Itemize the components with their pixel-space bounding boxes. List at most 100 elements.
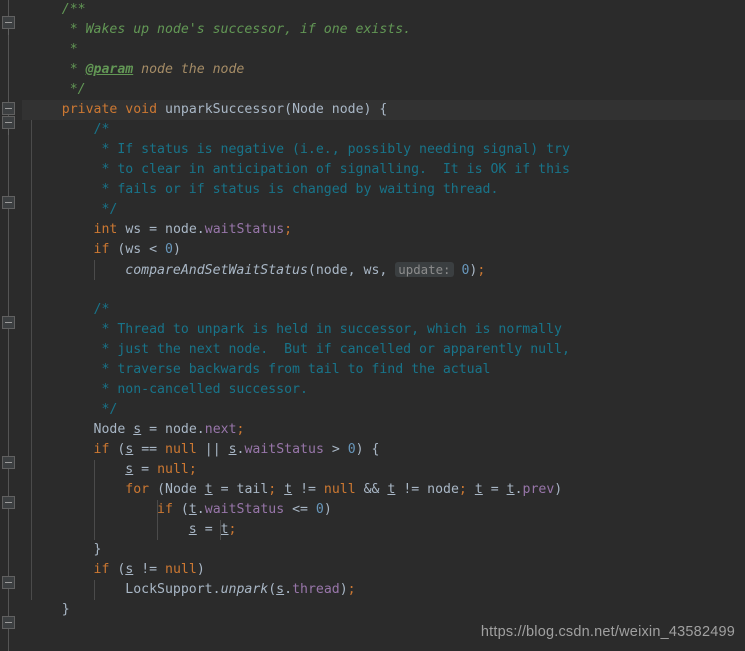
code-line[interactable]: if (ws < 0) <box>22 240 745 260</box>
indent-guide <box>94 500 95 520</box>
code-token-ident: ws <box>125 222 142 237</box>
code-token-num: 0 <box>347 442 356 457</box>
indent-guide <box>31 500 32 520</box>
code-token-punct: ) <box>339 582 348 597</box>
code-token-type: Node <box>292 102 324 117</box>
fold-comment-2-icon[interactable] <box>2 316 15 329</box>
watermark-url: https://blog.csdn.net/weixin_43582499 <box>480 624 735 640</box>
code-token-punct: , <box>379 263 396 278</box>
code-line-current[interactable]: private void unparkSuccessor(Node node) … <box>22 100 745 120</box>
code-token-kw: null <box>165 562 197 577</box>
code-line[interactable]: if (s != null) <box>22 560 745 580</box>
code-line[interactable] <box>22 280 745 300</box>
code-area[interactable]: /** * Wakes up node's successor, if one … <box>22 0 745 651</box>
code-line[interactable]: * to clear in anticipation of signalling… <box>22 160 745 180</box>
code-token-punct: . <box>514 482 523 497</box>
code-token-plain: = <box>141 422 166 437</box>
code-line[interactable]: } <box>22 540 745 560</box>
code-token-hint: update: <box>395 262 454 277</box>
fold-javadoc-icon[interactable] <box>2 16 15 35</box>
indent-guide <box>94 580 95 600</box>
fold-comment-1-icon[interactable] <box>2 196 15 209</box>
code-token-cmt-par: node the node <box>133 62 245 77</box>
code-token-kw: null <box>165 442 197 457</box>
code-token-type: Node <box>165 482 197 497</box>
code-line[interactable]: */ <box>22 80 745 100</box>
code-line[interactable]: * @param node the node <box>22 60 745 80</box>
code-line[interactable]: int ws = node.waitStatus; <box>22 220 745 240</box>
code-token-blkcmt: */ <box>30 202 118 217</box>
fold-method-region-icon[interactable] <box>2 102 15 115</box>
code-line[interactable]: compareAndSetWaitStatus(node, ws, update… <box>22 260 745 280</box>
code-line[interactable]: * fails or if status is changed by waiti… <box>22 180 745 200</box>
editor-gutter[interactable] <box>0 0 22 651</box>
code-token-plain: == <box>133 442 166 457</box>
code-line[interactable]: * Thread to unpark is held in successor,… <box>22 320 745 340</box>
code-token-punct: ) <box>554 482 563 497</box>
code-token-cmt: * <box>30 62 86 77</box>
code-token-punct: ( <box>268 582 277 597</box>
code-token-plain: = <box>196 522 221 537</box>
fold-block-for-icon[interactable] <box>2 496 15 509</box>
code-line[interactable]: for (Node t = tail; t != null && t != no… <box>22 480 745 500</box>
indent-guide <box>94 460 95 480</box>
code-token-field: waitStatus <box>244 442 324 457</box>
code-line[interactable]: if (t.waitStatus <= 0) <box>22 500 745 520</box>
code-line[interactable]: LockSupport.unpark(s.thread); <box>22 580 745 600</box>
indent-guide <box>31 480 32 500</box>
code-line[interactable]: * non-cancelled successor. <box>22 380 745 400</box>
fold-block-tail-icon[interactable] <box>2 576 15 589</box>
code-token-localv: t <box>188 502 197 517</box>
code-token-ident: node <box>165 422 197 437</box>
code-token-punct: . <box>196 422 205 437</box>
code-token-plain: || <box>196 442 229 457</box>
code-token-plain: = <box>141 222 166 237</box>
code-line[interactable]: } <box>22 600 745 620</box>
code-token-ident: node <box>165 222 197 237</box>
code-line[interactable]: */ <box>22 200 745 220</box>
code-token-ident: ws <box>363 263 380 278</box>
fold-block-if-icon[interactable] <box>2 456 15 469</box>
code-token-punct: ) { <box>355 442 380 457</box>
fold-method-end-icon[interactable] <box>2 616 15 629</box>
indent-guide <box>31 280 32 300</box>
code-token-plain: != <box>292 482 324 497</box>
code-line[interactable]: */ <box>22 400 745 420</box>
code-token-semi: ; <box>228 522 237 537</box>
code-line[interactable]: * traverse backwards from tail to find t… <box>22 360 745 380</box>
code-token-punct: . <box>196 502 205 517</box>
indent-guide <box>157 520 158 540</box>
code-line[interactable]: /* <box>22 300 745 320</box>
code-line[interactable]: s = null; <box>22 460 745 480</box>
fold-method-body-icon[interactable] <box>2 116 15 135</box>
code-line[interactable]: /* <box>22 120 745 140</box>
code-token-punct: . <box>212 582 221 597</box>
code-editor[interactable]: /** * Wakes up node's successor, if one … <box>0 0 745 651</box>
code-line[interactable]: Node s = node.next; <box>22 420 745 440</box>
code-token-punct: ) { <box>363 102 388 117</box>
code-line[interactable]: if (s == null || s.waitStatus > 0) { <box>22 440 745 460</box>
code-token-punct: ( <box>180 502 189 517</box>
code-line[interactable]: * <box>22 40 745 60</box>
code-token-semi: ; <box>236 422 245 437</box>
code-line[interactable]: * If status is negative (i.e., possibly … <box>22 140 745 160</box>
code-line[interactable]: * Wakes up node's successor, if one exis… <box>22 20 745 40</box>
indent-guide <box>31 120 32 140</box>
code-token-type: Node <box>93 422 126 437</box>
code-token-ident: ws <box>125 242 142 257</box>
indent-guide <box>31 340 32 360</box>
code-line[interactable]: /** <box>22 0 745 20</box>
code-token-ident: node <box>331 102 364 117</box>
code-token-kw: if <box>93 442 110 457</box>
code-line[interactable]: * just the next node. But if cancelled o… <box>22 340 745 360</box>
code-token-kw: null <box>157 462 189 477</box>
code-line[interactable]: s = t; <box>22 520 745 540</box>
